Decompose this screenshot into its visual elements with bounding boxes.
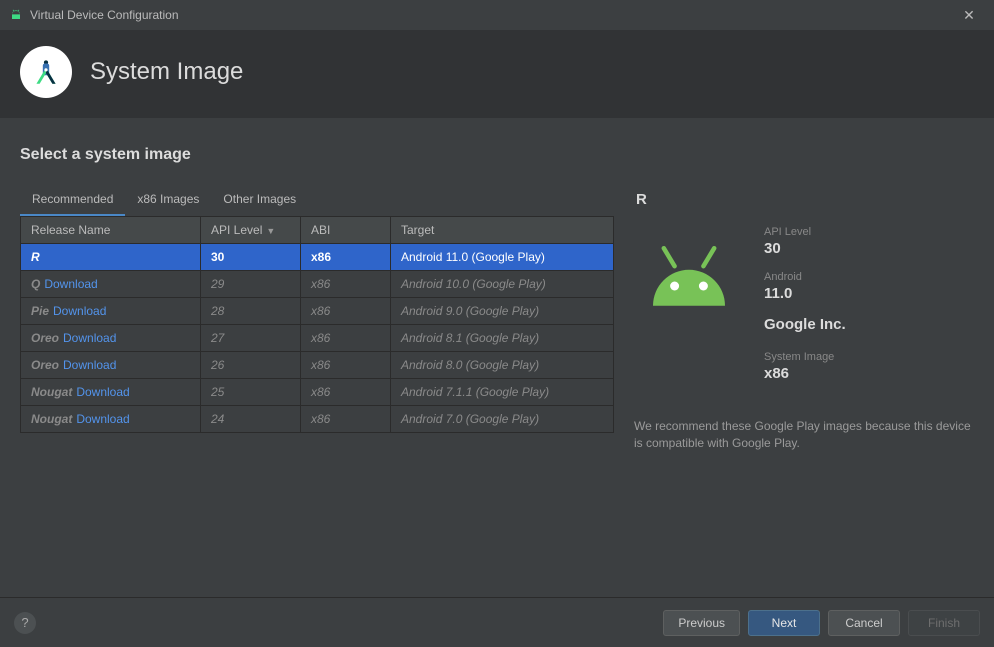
android-logo-icon bbox=[8, 7, 24, 23]
abi-cell: x86 bbox=[301, 379, 391, 406]
download-link[interactable]: Download bbox=[44, 277, 97, 291]
api-cell: 30 bbox=[201, 244, 301, 271]
abi-cell: x86 bbox=[301, 244, 391, 271]
api-cell: 24 bbox=[201, 406, 301, 433]
abi-cell: x86 bbox=[301, 271, 391, 298]
col-release[interactable]: Release Name bbox=[21, 217, 201, 244]
android-studio-icon bbox=[20, 46, 72, 98]
system-image-table: Release Name API Level▼ ABI Target R30x8… bbox=[20, 216, 614, 433]
close-icon[interactable]: ✕ bbox=[952, 7, 986, 24]
abi-cell: x86 bbox=[301, 298, 391, 325]
system-image-value: x86 bbox=[764, 365, 974, 382]
recommendation-text: We recommend these Google Play images be… bbox=[634, 418, 974, 452]
api-cell: 29 bbox=[201, 271, 301, 298]
cancel-button[interactable]: Cancel bbox=[828, 610, 900, 636]
content: Select a system image Recommendedx86 Ima… bbox=[0, 118, 994, 578]
target-cell: Android 11.0 (Google Play) bbox=[391, 244, 614, 271]
download-link[interactable]: Download bbox=[76, 412, 129, 426]
system-image-label: System Image bbox=[764, 351, 974, 363]
download-link[interactable]: Download bbox=[63, 358, 116, 372]
download-link[interactable]: Download bbox=[76, 385, 129, 399]
release-name: Oreo bbox=[31, 331, 59, 345]
release-name: Pie bbox=[31, 304, 49, 318]
detail-panel: R API Level 30 Android 11.0 Google Inc. … bbox=[634, 146, 974, 568]
maker-value: Google Inc. bbox=[764, 316, 974, 333]
page-title: System Image bbox=[90, 58, 243, 86]
abi-cell: x86 bbox=[301, 352, 391, 379]
android-label: Android bbox=[764, 271, 974, 283]
release-name: Nougat bbox=[31, 385, 72, 399]
table-row[interactable]: Nougat Download 24x86Android 7.0 (Google P… bbox=[21, 406, 614, 433]
detail-title: R bbox=[636, 191, 974, 208]
abi-cell: x86 bbox=[301, 325, 391, 352]
table-row[interactable]: Nougat Download 25x86Android 7.1.1 (Google… bbox=[21, 379, 614, 406]
target-cell: Android 7.1.1 (Google Play) bbox=[391, 379, 614, 406]
abi-cell: x86 bbox=[301, 406, 391, 433]
table-row[interactable]: Q Download 29x86Android 10.0 (Google Play) bbox=[21, 271, 614, 298]
footer: ? Previous Next Cancel Finish bbox=[0, 597, 994, 647]
api-cell: 28 bbox=[201, 298, 301, 325]
section-title: Select a system image bbox=[20, 146, 614, 164]
api-cell: 26 bbox=[201, 352, 301, 379]
android-value: 11.0 bbox=[764, 285, 974, 302]
release-name: R bbox=[31, 250, 40, 264]
api-cell: 25 bbox=[201, 379, 301, 406]
download-link[interactable]: Download bbox=[53, 304, 106, 318]
table-row[interactable]: Oreo Download 27x86Android 8.1 (Google Pla… bbox=[21, 325, 614, 352]
tab-recommended[interactable]: Recommended bbox=[20, 184, 125, 216]
table-row[interactable]: R 30x86Android 11.0 (Google Play) bbox=[21, 244, 614, 271]
tabs: Recommendedx86 ImagesOther Images bbox=[20, 184, 614, 217]
finish-button: Finish bbox=[908, 610, 980, 636]
table-row[interactable]: Pie Download 28x86Android 9.0 (Google Play… bbox=[21, 298, 614, 325]
tab-other-images[interactable]: Other Images bbox=[211, 184, 308, 216]
detail-properties: API Level 30 Android 11.0 Google Inc. Sy… bbox=[744, 226, 974, 396]
tab-x86-images[interactable]: x86 Images bbox=[125, 184, 211, 216]
left-panel: Select a system image Recommendedx86 Ima… bbox=[20, 146, 634, 568]
target-cell: Android 8.1 (Google Play) bbox=[391, 325, 614, 352]
api-level-label: API Level bbox=[764, 226, 974, 238]
col-target[interactable]: Target bbox=[391, 217, 614, 244]
release-name: Oreo bbox=[31, 358, 59, 372]
col-abi[interactable]: ABI bbox=[301, 217, 391, 244]
api-cell: 27 bbox=[201, 325, 301, 352]
release-name: Nougat bbox=[31, 412, 72, 426]
sort-desc-icon: ▼ bbox=[266, 226, 275, 236]
target-cell: Android 8.0 (Google Play) bbox=[391, 352, 614, 379]
api-level-value: 30 bbox=[764, 240, 974, 257]
title-bar: Virtual Device Configuration ✕ bbox=[0, 0, 994, 30]
table-row[interactable]: Oreo Download 26x86Android 8.0 (Google Pla… bbox=[21, 352, 614, 379]
release-name: Q bbox=[31, 277, 40, 291]
previous-button[interactable]: Previous bbox=[663, 610, 740, 636]
target-cell: Android 10.0 (Google Play) bbox=[391, 271, 614, 298]
header: System Image bbox=[0, 30, 994, 118]
target-cell: Android 9.0 (Google Play) bbox=[391, 298, 614, 325]
col-api[interactable]: API Level▼ bbox=[201, 217, 301, 244]
android-head-icon bbox=[634, 226, 744, 396]
window-title: Virtual Device Configuration bbox=[30, 8, 952, 22]
next-button[interactable]: Next bbox=[748, 610, 820, 636]
target-cell: Android 7.0 (Google Play) bbox=[391, 406, 614, 433]
download-link[interactable]: Download bbox=[63, 331, 116, 345]
help-button[interactable]: ? bbox=[14, 612, 36, 634]
